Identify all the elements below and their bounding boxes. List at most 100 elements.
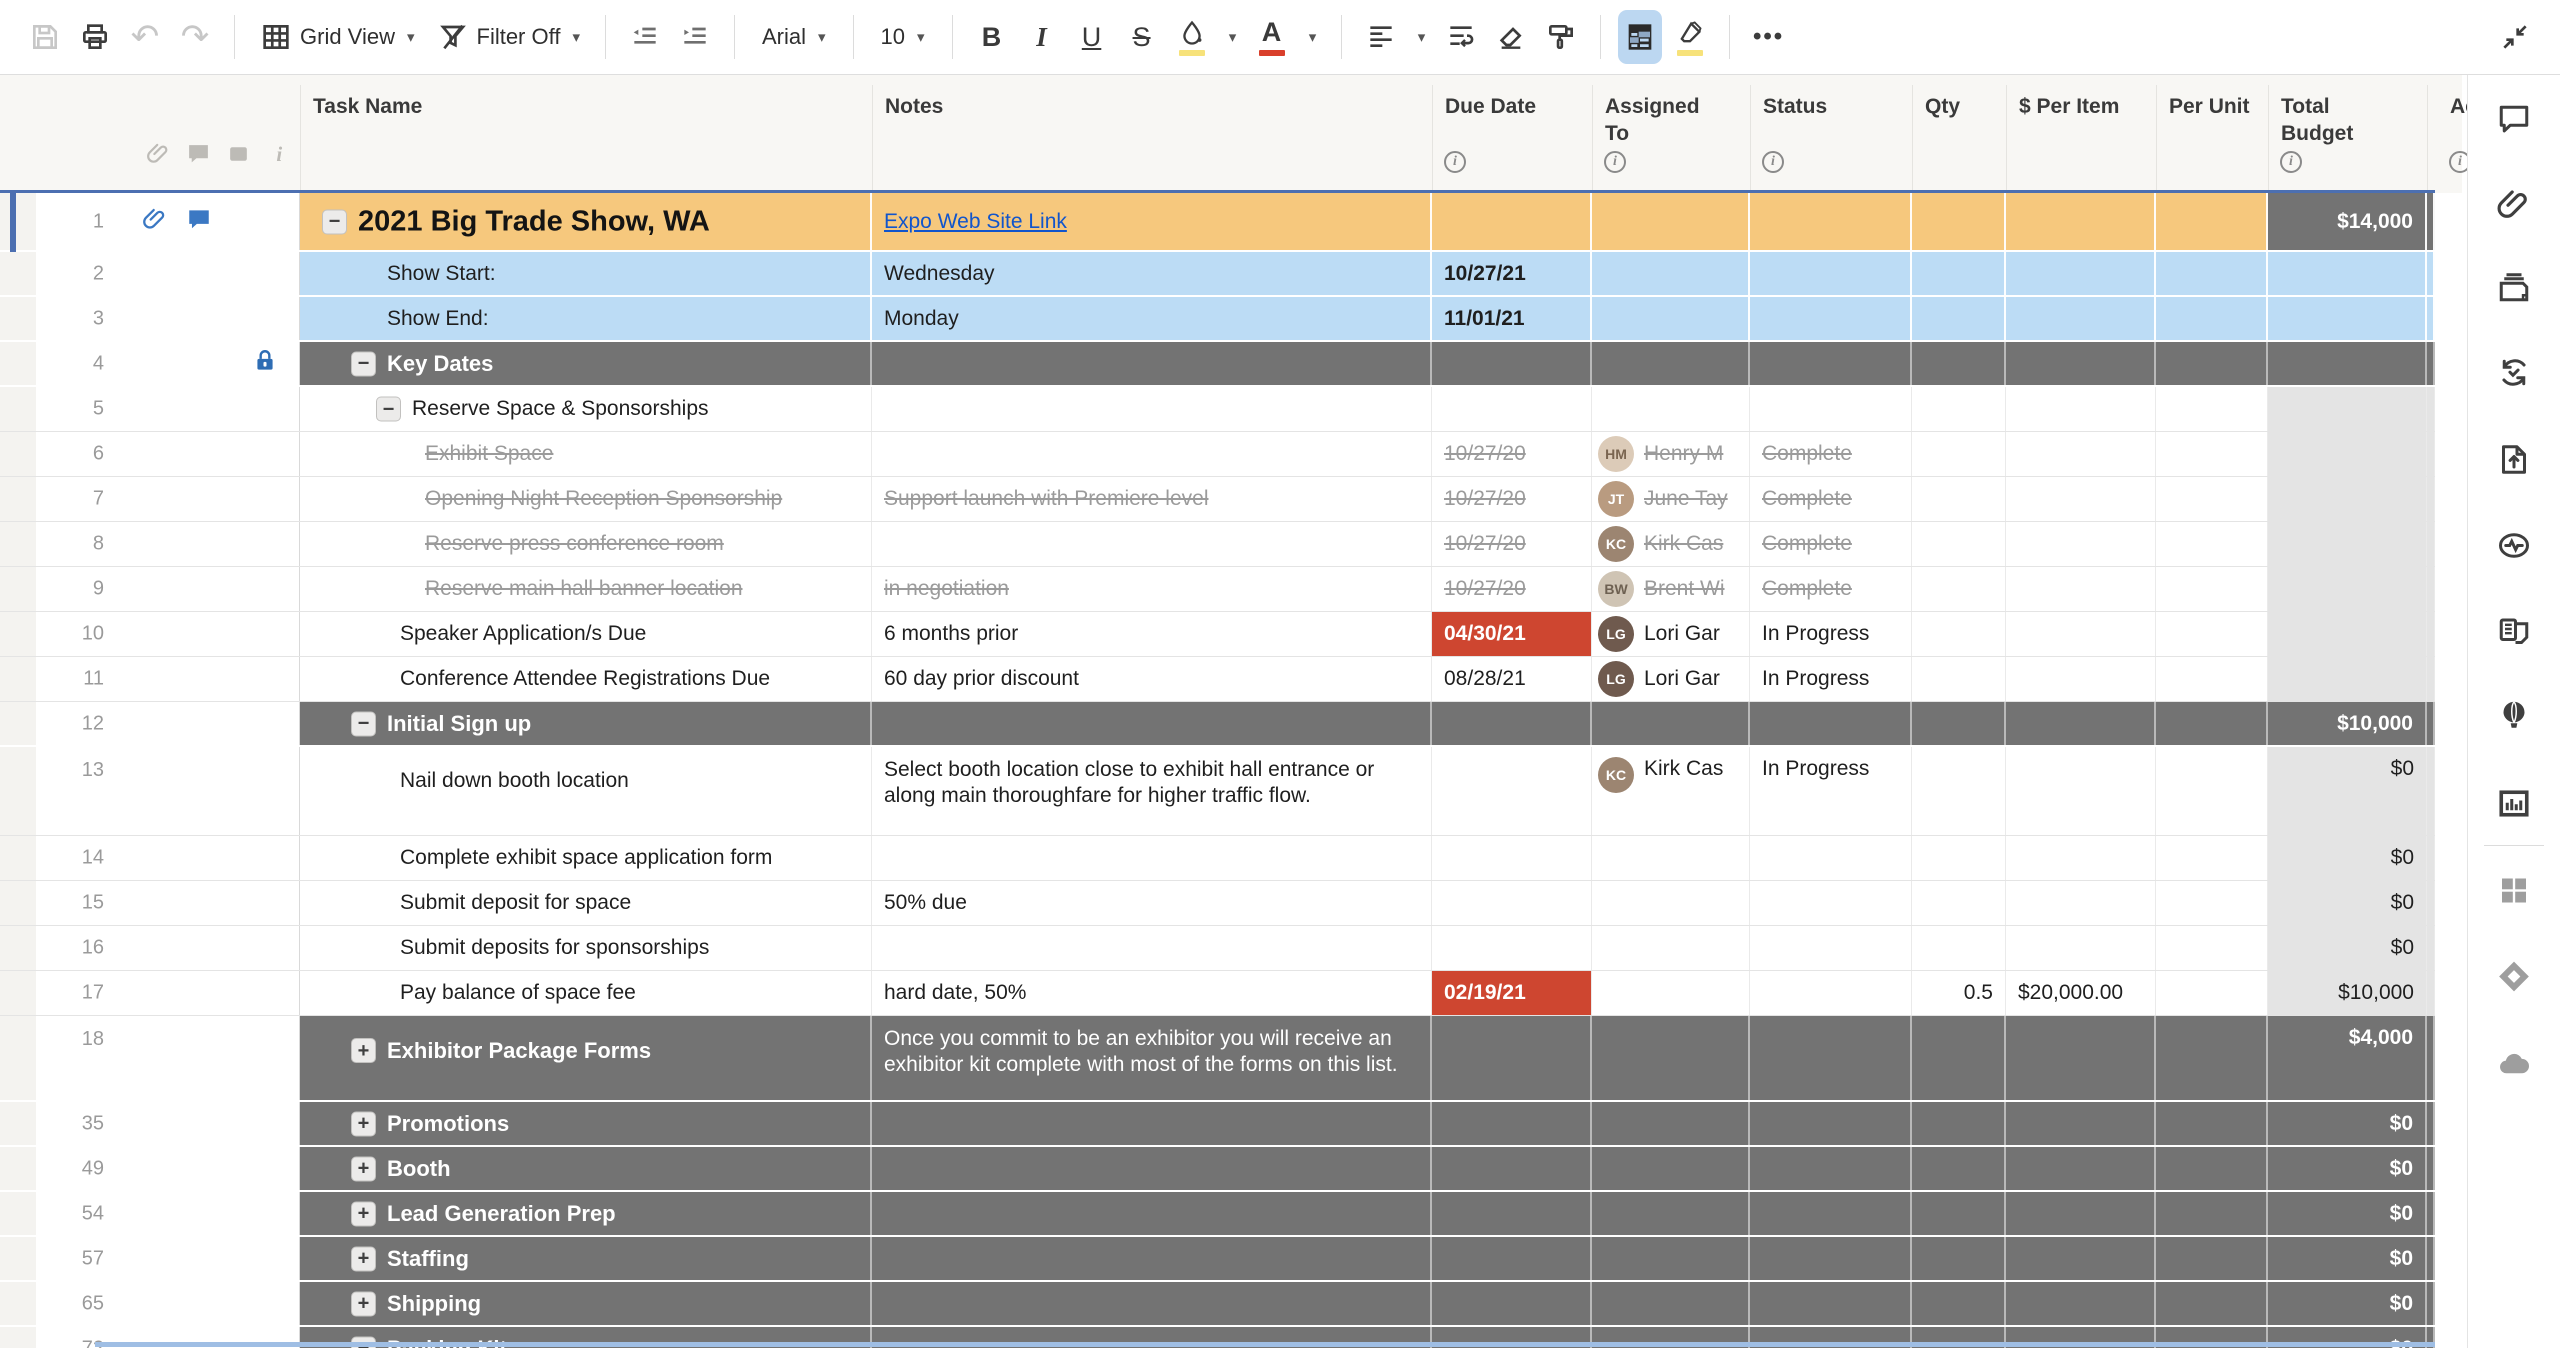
status-cell[interactable]: Complete: [1750, 522, 1912, 566]
due-date-cell[interactable]: [1432, 193, 1592, 250]
per-unit-cell[interactable]: [2156, 836, 2268, 880]
status-cell[interactable]: [1750, 971, 1912, 1015]
assigned-to-cell[interactable]: [1592, 971, 1750, 1015]
actual-cell-clipped[interactable]: [2427, 1016, 2435, 1100]
task-cell[interactable]: − Key Dates: [300, 342, 872, 385]
qty-cell[interactable]: [1912, 747, 2006, 835]
task-cell[interactable]: Complete exhibit space application form: [300, 836, 872, 880]
total-budget-cell[interactable]: [2268, 297, 2427, 340]
assigned-to-cell[interactable]: [1592, 1102, 1750, 1145]
qty-cell[interactable]: [1912, 1147, 2006, 1190]
row-18-gutter[interactable]: 18: [0, 1016, 300, 1100]
column-header-assigned[interactable]: Assigned To: [1605, 93, 1700, 147]
actual-cell-clipped[interactable]: [2427, 387, 2435, 431]
status-cell[interactable]: Complete: [1750, 432, 1912, 476]
notes-cell[interactable]: Support launch with Premiere level: [872, 477, 1432, 521]
status-cell[interactable]: [1750, 1237, 1912, 1280]
cell-formatting-button[interactable]: [1617, 10, 1662, 64]
sidebar-getting-started-icon[interactable]: [2496, 699, 2532, 740]
due-date-cell[interactable]: 11/01/21: [1432, 297, 1592, 340]
per-unit-cell[interactable]: [2156, 477, 2268, 521]
bold-button[interactable]: B: [970, 10, 1014, 64]
row-number[interactable]: 57: [40, 1247, 104, 1270]
text-color-dropdown[interactable]: ▾: [1300, 10, 1324, 64]
status-cell[interactable]: [1750, 881, 1912, 925]
task-cell[interactable]: −2021 Big Trade Show, WA: [300, 193, 872, 250]
font-size-selector[interactable]: 10 ▾: [871, 10, 935, 64]
per-item-cell[interactable]: [2006, 1147, 2156, 1190]
row-9-gutter[interactable]: 9: [0, 567, 300, 611]
per-unit-cell[interactable]: [2156, 193, 2268, 250]
expand-toggle[interactable]: +: [351, 1111, 376, 1136]
sidebar-connector-diamond-icon[interactable]: [2496, 959, 2532, 1000]
per-unit-cell[interactable]: [2156, 971, 2268, 1015]
row-number[interactable]: 1: [40, 210, 104, 233]
task-cell[interactable]: + Shipping: [300, 1282, 872, 1325]
per-unit-cell[interactable]: [2156, 1237, 2268, 1280]
status-cell[interactable]: Complete: [1750, 567, 1912, 611]
per-item-cell[interactable]: [2006, 522, 2156, 566]
sidebar-activity-log-icon[interactable]: [2496, 528, 2532, 569]
due-date-cell[interactable]: 02/19/21: [1432, 971, 1592, 1015]
per-item-cell[interactable]: [2006, 881, 2156, 925]
column-header-due[interactable]: Due Date: [1445, 93, 1536, 120]
due-date-cell[interactable]: [1432, 702, 1592, 745]
assigned-to-cell[interactable]: LG Lori Gar: [1592, 612, 1750, 656]
row-number[interactable]: 49: [40, 1157, 104, 1180]
status-cell[interactable]: In Progress: [1750, 657, 1912, 701]
assigned-to-cell[interactable]: BW Brent Wi: [1592, 567, 1750, 611]
task-cell[interactable]: + Lead Generation Prep: [300, 1192, 872, 1235]
row-number[interactable]: 10: [40, 623, 104, 646]
per-unit-cell[interactable]: [2156, 567, 2268, 611]
redo-button[interactable]: ↷: [173, 10, 217, 64]
lock-icon[interactable]: [252, 348, 278, 380]
task-cell[interactable]: − Reserve Space & Sponsorships: [300, 387, 872, 431]
per-item-cell[interactable]: $20,000.00: [2006, 971, 2156, 1015]
column-info-icon[interactable]: i: [1604, 151, 1626, 173]
row-number[interactable]: 5: [40, 398, 104, 421]
due-date-cell[interactable]: [1432, 881, 1592, 925]
column-info-icon[interactable]: i: [2280, 151, 2302, 173]
indent-button[interactable]: [673, 10, 717, 64]
total-budget-cell[interactable]: $14,000: [2268, 193, 2427, 250]
row-number[interactable]: 12: [40, 712, 104, 735]
assigned-to-cell[interactable]: [1592, 1282, 1750, 1325]
assigned-to-cell[interactable]: [1592, 1237, 1750, 1280]
column-header-peritem[interactable]: $ Per Item: [2019, 93, 2119, 120]
column-header-status[interactable]: Status: [1763, 93, 1827, 120]
row-14-gutter[interactable]: 14: [0, 836, 300, 880]
actual-cell-clipped[interactable]: [2427, 1237, 2435, 1280]
task-cell[interactable]: Reserve press conference room: [300, 522, 872, 566]
actual-cell-clipped[interactable]: [2427, 1147, 2435, 1190]
notes-cell[interactable]: Wednesday: [872, 252, 1432, 295]
row-57-gutter[interactable]: 57: [0, 1237, 300, 1280]
qty-cell[interactable]: [1912, 477, 2006, 521]
total-budget-cell[interactable]: $0: [2268, 836, 2427, 880]
per-item-cell[interactable]: [2006, 702, 2156, 745]
task-cell[interactable]: Conference Attendee Registrations Due: [300, 657, 872, 701]
per-unit-cell[interactable]: [2156, 612, 2268, 656]
actual-cell-clipped[interactable]: [2427, 522, 2435, 566]
actual-cell-clipped[interactable]: [2427, 1102, 2435, 1145]
per-item-cell[interactable]: [2006, 1016, 2156, 1100]
due-date-cell[interactable]: [1432, 1192, 1592, 1235]
per-unit-cell[interactable]: [2156, 657, 2268, 701]
per-unit-cell[interactable]: [2156, 747, 2268, 835]
row-number[interactable]: 18: [40, 1028, 104, 1051]
notes-cell[interactable]: in negotiation: [872, 567, 1432, 611]
task-cell[interactable]: Exhibit Space: [300, 432, 872, 476]
clear-format-button[interactable]: [1489, 10, 1533, 64]
sidebar-conversations-icon[interactable]: [2496, 101, 2532, 142]
sidebar-summary-icon[interactable]: [2496, 786, 2532, 827]
qty-cell[interactable]: [1912, 702, 2006, 745]
per-item-cell[interactable]: [2006, 926, 2156, 970]
column-info-icon[interactable]: i: [1444, 151, 1466, 173]
sidebar-forms-icon[interactable]: [2496, 613, 2532, 654]
total-budget-cell[interactable]: [2268, 657, 2427, 701]
per-item-cell[interactable]: [2006, 657, 2156, 701]
assigned-to-cell[interactable]: [1592, 387, 1750, 431]
actual-cell-clipped[interactable]: [2427, 657, 2435, 701]
due-date-cell[interactable]: [1432, 1237, 1592, 1280]
total-budget-cell[interactable]: $0: [2268, 1237, 2427, 1280]
row-6-gutter[interactable]: 6: [0, 432, 300, 476]
